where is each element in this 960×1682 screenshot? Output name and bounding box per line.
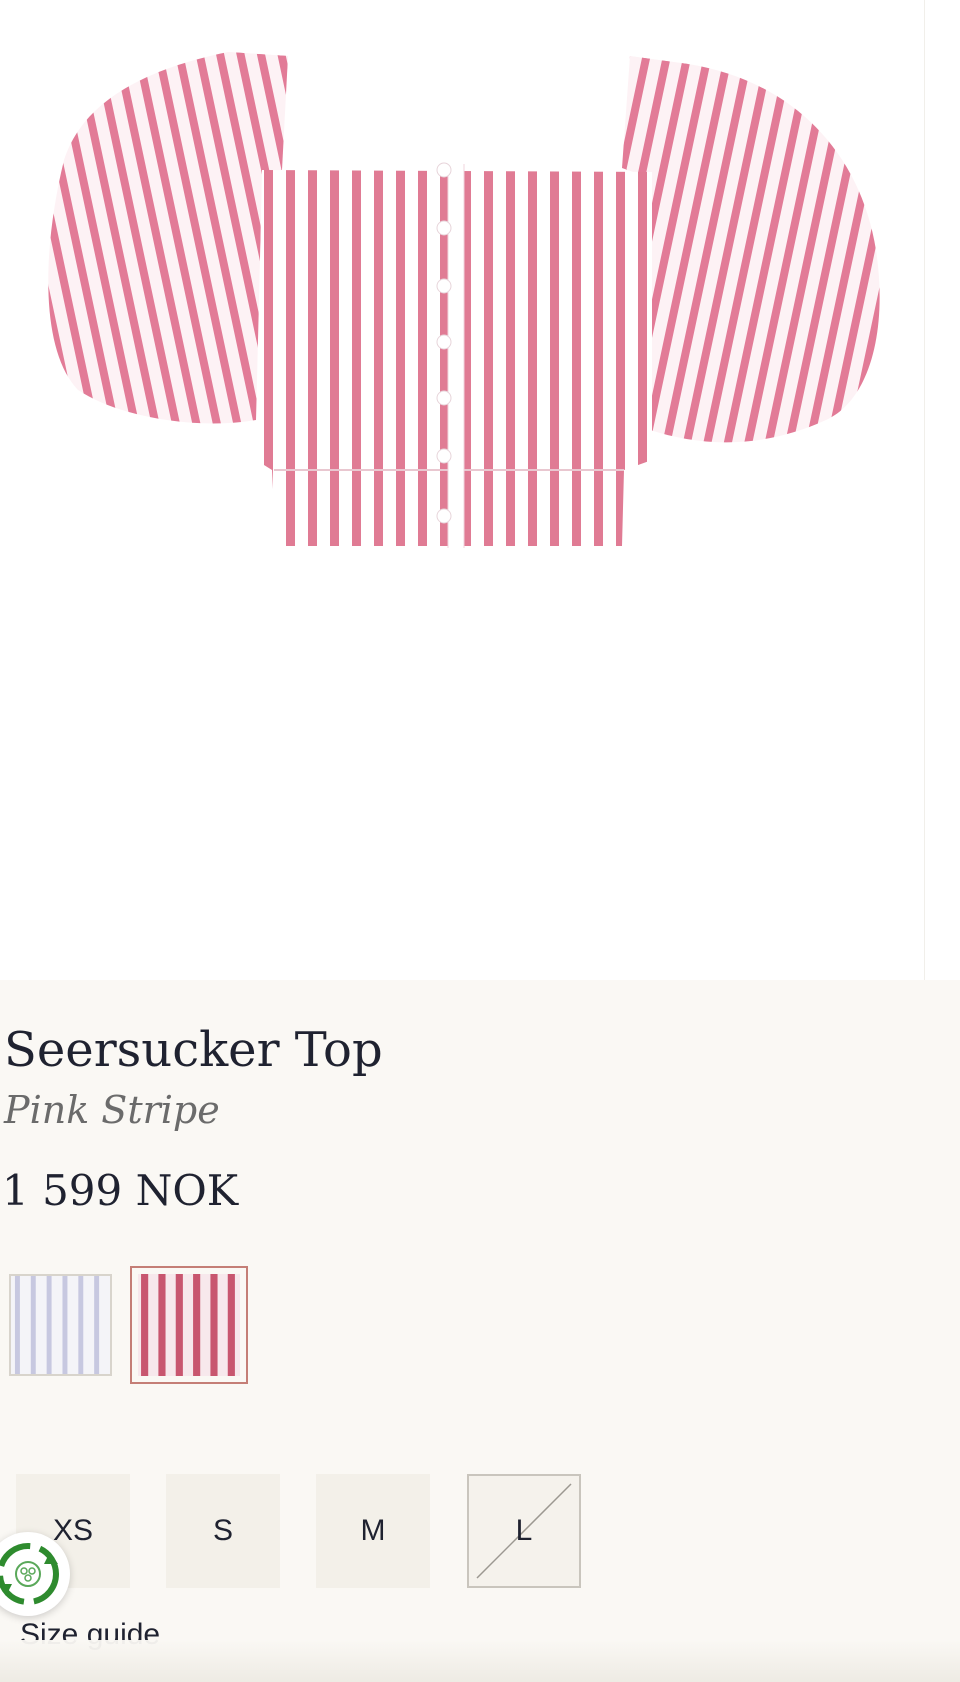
bottom-fade [0,1640,960,1682]
size-label: XS [52,1514,94,1547]
size-option-l-unavailable[interactable]: L [467,1474,581,1588]
product-image[interactable] [0,0,924,980]
size-label: S [212,1514,233,1547]
product-color-name: Pink Stripe [4,1088,220,1132]
color-swatch-pink[interactable] [130,1266,248,1384]
color-swatch-white[interactable] [9,1274,112,1376]
swatch-pattern [11,1276,110,1374]
product-title: Seersucker Top [4,1022,383,1078]
image-edge [924,0,960,980]
size-label: M [360,1514,386,1547]
swatch-pattern [138,1274,240,1376]
product-price: 1 599 NOK [2,1166,239,1215]
size-option-m[interactable]: M [316,1474,430,1588]
size-label: L [515,1514,533,1547]
size-option-s[interactable]: S [166,1474,280,1588]
product-image-area[interactable] [0,0,960,980]
